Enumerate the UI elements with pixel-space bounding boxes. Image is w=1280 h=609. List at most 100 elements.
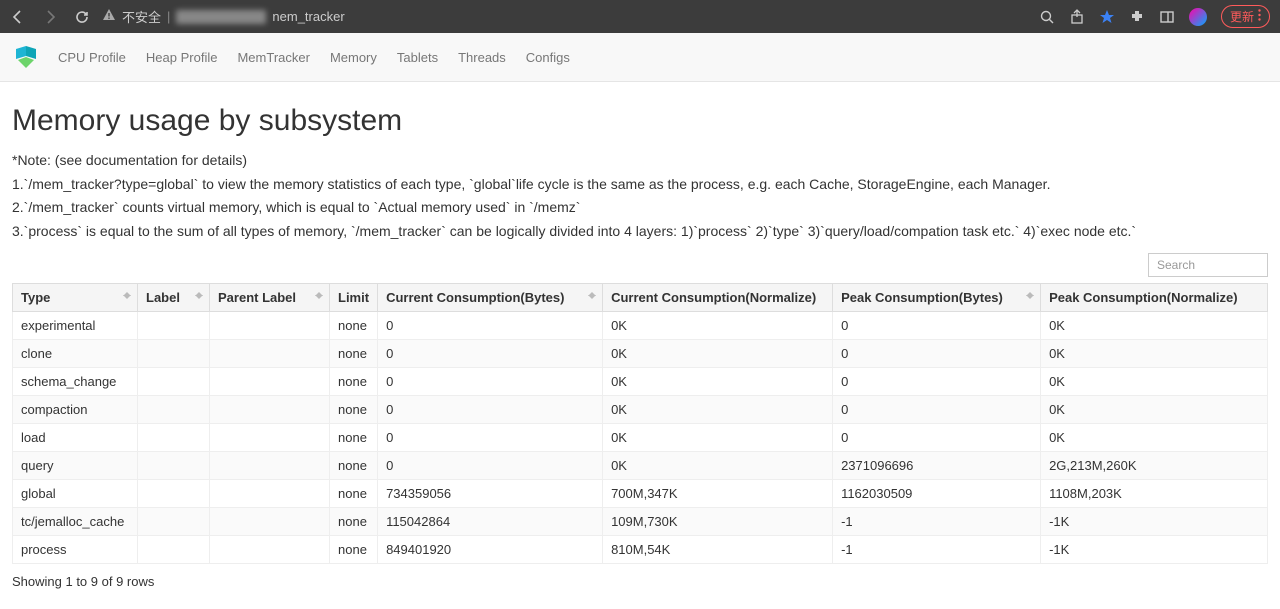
cell-label [138, 451, 210, 479]
page-content: Memory usage by subsystem *Note: (see do… [0, 82, 1280, 609]
table-row: querynone00K23710966962G,213M,260K [13, 451, 1268, 479]
table-row: globalnone734359056700M,347K116203050911… [13, 479, 1268, 507]
cell-limit: none [330, 339, 378, 367]
browser-bar: 不安全 | nem_tracker 更新 [0, 0, 1280, 33]
cell-parent [210, 423, 330, 451]
cell-label [138, 507, 210, 535]
avatar-icon[interactable] [1189, 8, 1207, 26]
cell-limit: none [330, 535, 378, 563]
insecure-label: 不安全 [122, 7, 161, 26]
cell-pn: 2G,213M,260K [1041, 451, 1268, 479]
note-label: *Note: (see documentation for details) [12, 150, 1268, 172]
cell-parent [210, 367, 330, 395]
update-button[interactable]: 更新 [1221, 5, 1270, 28]
col-limit[interactable]: Limit [330, 283, 378, 311]
cell-cn: 0K [603, 367, 833, 395]
cell-type: compaction [13, 395, 138, 423]
app-logo-icon[interactable] [14, 45, 38, 69]
browser-nav [10, 9, 90, 25]
cell-limit: none [330, 507, 378, 535]
cell-pb: -1 [833, 535, 1041, 563]
cell-limit: none [330, 451, 378, 479]
cell-cb: 0 [378, 395, 603, 423]
cell-type: tc/jemalloc_cache [13, 507, 138, 535]
bookmark-star-icon[interactable] [1099, 9, 1115, 25]
col-parent-label[interactable]: Parent Label [210, 283, 330, 311]
table-row: tc/jemalloc_cache none115042864109M,730K-… [13, 507, 1268, 535]
cell-cb: 0 [378, 339, 603, 367]
cell-pb: 0 [833, 311, 1041, 339]
cell-label [138, 423, 210, 451]
cell-pn: 0K [1041, 311, 1268, 339]
cell-pb: 0 [833, 367, 1041, 395]
table-row: loadnone00K00K [13, 423, 1268, 451]
nav-memtracker[interactable]: MemTracker [237, 50, 309, 65]
cell-parent [210, 311, 330, 339]
cell-label [138, 395, 210, 423]
col-current-normalize[interactable]: Current Consumption(Normalize) [603, 283, 833, 311]
cell-cn: 0K [603, 423, 833, 451]
nav-tablets[interactable]: Tablets [397, 50, 438, 65]
nav-heap-profile[interactable]: Heap Profile [146, 50, 218, 65]
cell-cn: 109M,730K [603, 507, 833, 535]
cell-parent [210, 451, 330, 479]
cell-pb: 1162030509 [833, 479, 1041, 507]
url-path: nem_tracker [272, 9, 344, 24]
cell-cn: 810M,54K [603, 535, 833, 563]
cell-limit: none [330, 395, 378, 423]
url-host-blurred [176, 10, 266, 24]
table-header-row: Type Label Parent Label Limit Current Co… [13, 283, 1268, 311]
col-current-bytes[interactable]: Current Consumption(Bytes) [378, 283, 603, 311]
cell-label [138, 339, 210, 367]
cell-limit: none [330, 367, 378, 395]
cell-label [138, 311, 210, 339]
url-bar[interactable]: 不安全 | nem_tracker [102, 7, 345, 26]
mem-table: Type Label Parent Label Limit Current Co… [12, 283, 1268, 564]
cell-pb: 0 [833, 423, 1041, 451]
col-peak-normalize[interactable]: Peak Consumption(Normalize) [1041, 283, 1268, 311]
browser-right-icons: 更新 [1039, 5, 1270, 28]
cell-label [138, 535, 210, 563]
cell-parent [210, 535, 330, 563]
note-line-2: 2.`/mem_tracker` counts virtual memory, … [12, 197, 1268, 219]
table-row: clonenone00K00K [13, 339, 1268, 367]
insecure-warning-icon [102, 8, 116, 25]
cell-type: clone [13, 339, 138, 367]
cell-pb: 0 [833, 395, 1041, 423]
cell-type: process [13, 535, 138, 563]
table-row: compactionnone00K00K [13, 395, 1268, 423]
cell-cb: 0 [378, 311, 603, 339]
table-row: experimentalnone00K00K [13, 311, 1268, 339]
cell-parent [210, 395, 330, 423]
reload-icon[interactable] [74, 9, 90, 25]
note-line-3: 3.`process` is equal to the sum of all t… [12, 221, 1268, 243]
table-row: schema_changenone00K00K [13, 367, 1268, 395]
cell-pb: -1 [833, 507, 1041, 535]
kebab-icon [1258, 9, 1261, 24]
page-title: Memory usage by subsystem [12, 104, 1268, 138]
nav-cpu-profile[interactable]: CPU Profile [58, 50, 126, 65]
cell-pn: 0K [1041, 367, 1268, 395]
cell-parent [210, 339, 330, 367]
col-type[interactable]: Type [13, 283, 138, 311]
back-icon[interactable] [10, 9, 26, 25]
cell-cb: 0 [378, 423, 603, 451]
nav-threads[interactable]: Threads [458, 50, 506, 65]
cell-type: global [13, 479, 138, 507]
share-icon[interactable] [1069, 9, 1085, 25]
cell-parent [210, 507, 330, 535]
nav-memory[interactable]: Memory [330, 50, 377, 65]
search-icon[interactable] [1039, 9, 1055, 25]
panel-icon[interactable] [1159, 9, 1175, 25]
cell-limit: none [330, 311, 378, 339]
cell-cb: 115042864 [378, 507, 603, 535]
col-label[interactable]: Label [138, 283, 210, 311]
forward-icon[interactable] [42, 9, 58, 25]
extensions-icon[interactable] [1129, 9, 1145, 25]
search-input[interactable] [1148, 253, 1268, 277]
rows-summary: Showing 1 to 9 of 9 rows [12, 574, 1268, 589]
col-peak-bytes[interactable]: Peak Consumption(Bytes) [833, 283, 1041, 311]
cell-cb: 0 [378, 451, 603, 479]
cell-limit: none [330, 423, 378, 451]
nav-configs[interactable]: Configs [526, 50, 570, 65]
